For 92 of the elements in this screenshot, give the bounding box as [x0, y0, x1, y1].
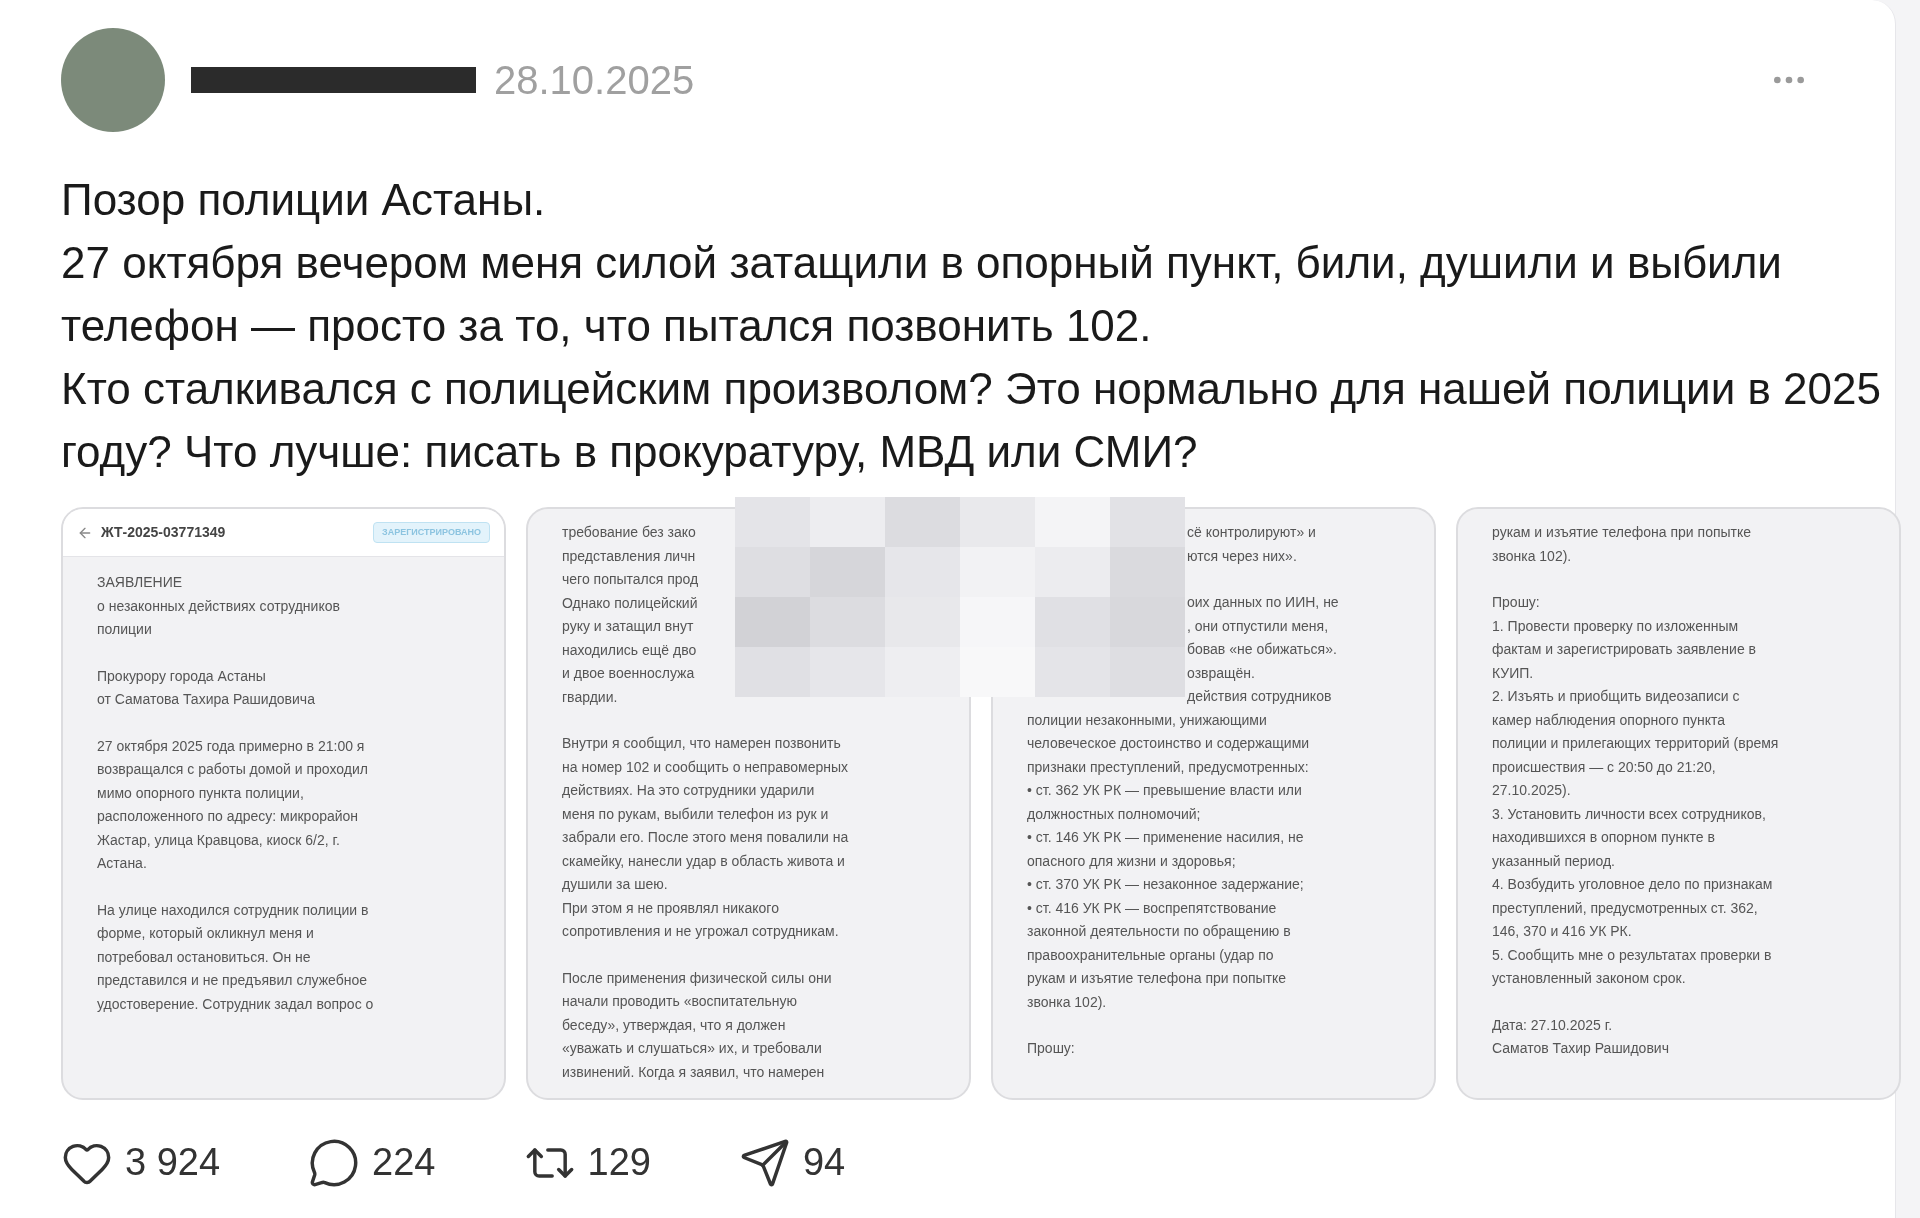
document-text-line: представился и не предъявил служебное	[97, 971, 369, 990]
document-text-line: установленный законом срок.	[1492, 969, 1687, 988]
document-text-line: рукам и изъятие телефона при попытке	[1492, 523, 1753, 542]
document-text-line: 27 октября 2025 года примерно в 21:00 я	[97, 736, 366, 756]
like-button[interactable]: 3 924	[61, 1134, 221, 1191]
document-text-line: Прошу:	[1027, 1039, 1076, 1058]
document-text-line: и двое военнослужа	[562, 664, 696, 683]
post-text: Кто сталкивался с полицейским произволом? Это нормально для нашей полиции в 2025 году? Что лучше: писать в прокуратуру, МВД или СМИ?	[61, 363, 1882, 478]
document-text-line: гвардии.	[562, 687, 619, 707]
status-badge: ЗАРЕГИСТРИРОВАНО	[373, 521, 490, 544]
document-text-line: 27.10.2025).	[1492, 781, 1572, 800]
document-text-line: КУИП.	[1492, 663, 1535, 683]
document-screenshot[interactable]	[61, 507, 506, 1100]
document-text-line: , они отпустили меня,	[1187, 616, 1330, 636]
document-text-line: беседу», утверждая, что я должен	[562, 1015, 787, 1035]
document-text-line: Однако полицейский	[562, 593, 699, 613]
document-text-line: озвращён.	[1187, 663, 1256, 683]
document-text-line: полиции	[97, 620, 153, 639]
comment-button[interactable]: 224	[308, 1134, 436, 1191]
document-text-line: действиях. На это сотрудники ударили	[562, 781, 816, 800]
document-text-line: чего попытался прод	[562, 570, 700, 589]
document-text-line: признаки преступлений, предусмотренных:	[1027, 757, 1310, 777]
document-text-line: опасного для жизни и здоровья;	[1027, 851, 1237, 871]
document-text-line: требование без зако	[562, 523, 697, 542]
document-text-line: Астана.	[97, 854, 148, 873]
ticket-number: ЖТ-2025-03771349	[101, 523, 226, 542]
document-text-line: полиции незаконными, унижающими	[1027, 710, 1268, 730]
document-text-line: сё контролируют» и	[1187, 523, 1317, 542]
document-text-line: должностных полномочий;	[1027, 804, 1202, 824]
document-text-line: 2. Изъять и приобщить видеозаписи с	[1492, 687, 1741, 706]
document-text-line: Внутри я сообщил, что намерен позвонить	[562, 734, 842, 753]
document-text-line: оих данных по ИИН, не	[1187, 593, 1340, 612]
document-text-line: потребовал остановиться. Он не	[97, 947, 312, 967]
document-text-line: форме, который окликнул меня и	[97, 924, 315, 943]
document-text-line: возвращался с работы домой и проходил	[97, 760, 369, 779]
document-text-line: начали проводить «воспитательную	[562, 992, 798, 1011]
document-text-line: Саматов Тахир Рашидович	[1492, 1039, 1670, 1058]
document-text-line: 5. Сообщить мне о результатах проверки в	[1492, 945, 1773, 965]
document-text-line: • ст. 146 УК РК — применение насилия, не	[1027, 828, 1305, 847]
document-text-line: 146, 370 и 416 УК РК.	[1492, 922, 1633, 941]
document-text-line: камер наблюдения опорного пункта	[1492, 710, 1727, 730]
document-text-line: на номер 102 и сообщить о неправомерных	[562, 757, 850, 777]
document-text-line: о незаконных действиях сотрудников	[97, 596, 341, 616]
document-text-line: удостоверение. Сотрудник задал вопрос о	[97, 994, 375, 1014]
document-text-line: человеческое достоинство и содержащими	[1027, 734, 1311, 753]
document-text-line: Прокурору города Астаны	[97, 666, 267, 686]
document-text-line: звонка 102).	[1492, 546, 1573, 566]
share-button[interactable]: 94	[738, 1134, 846, 1191]
document-text-line: забрали его. После этого меня повалили на	[562, 828, 850, 847]
document-text-line: сопротивления и не угрожал сотрудникам.	[562, 922, 840, 941]
document-text-line: действия сотрудников	[1187, 687, 1333, 706]
document-text-line: руку и затащил внут	[562, 617, 695, 636]
document-text-line: При этом я не проявлял никакого	[562, 898, 780, 918]
document-text-line: происшествия — с 20:50 до 21:20,	[1492, 757, 1717, 777]
document-text-line: «уважать и слушаться» их, и требовали	[562, 1039, 823, 1058]
document-text-line: душили за шею.	[562, 875, 669, 894]
document-text-line: 1. Провести проверку по изложенным	[1492, 616, 1740, 636]
document-text-line: После применения физической силы они	[562, 968, 833, 988]
document-text-line: скамейку, нанесли удар в область живота и	[562, 851, 846, 871]
document-text-line: извинений. Когда я заявил, что намерен	[562, 1062, 826, 1082]
document-text-line: законной деятельности по обращению в	[1027, 922, 1292, 941]
document-text-line: мимо опорного пункта полиции,	[97, 783, 305, 803]
document-text-line: находились ещё дво	[562, 640, 698, 660]
document-text-line: указанный период.	[1492, 851, 1616, 871]
document-text-line: рукам и изъятие телефона при попытке	[1027, 969, 1288, 988]
document-text-line: • ст. 370 УК РК — незаконное задержание;	[1027, 875, 1305, 894]
document-text-line: от Саматова Тахира Рашидовича	[97, 690, 316, 709]
document-text-line: расположенного по адресу: микрорайон	[97, 807, 360, 826]
document-text-line: Прошу:	[1492, 593, 1541, 612]
document-text-line: находившихся в опорном пункте в	[1492, 828, 1716, 847]
document-text-line: 4. Возбудить уголовное дело по признакам	[1492, 875, 1774, 894]
post-text: Позор полиции Астаны.	[61, 174, 547, 226]
document-text-line: бовав «не обижаться».	[1187, 640, 1338, 659]
document-text-line: правоохранительные органы (удар по	[1027, 945, 1275, 965]
document-text-line: полиции и прилегающих территорий (время	[1492, 734, 1780, 753]
document-text-line: звонка 102).	[1027, 992, 1108, 1012]
document-text-line: ются через них».	[1187, 546, 1298, 566]
document-text-line: Дата: 27.10.2025 г.	[1492, 1015, 1614, 1035]
document-text-line: • ст. 362 УК РК — превышение власти или	[1027, 781, 1303, 800]
document-text-line: ЗАЯВЛЕНИЕ	[97, 573, 184, 592]
document-text-line: 3. Установить личности всех сотрудников,	[1492, 804, 1767, 824]
post-date: 28.10.2025	[494, 57, 695, 104]
document-text-line: • ст. 416 УК РК — воспрепятствование	[1027, 898, 1278, 918]
document-text-line: фактам и зарегистрировать заявление в	[1492, 640, 1758, 659]
document-screenshot[interactable]	[1456, 507, 1901, 1100]
document-text-line: На улице находился сотрудник полиции в	[97, 900, 370, 920]
post-text: 27 октября вечером меня силой затащили в опорный пункт, били, душили и выбили телефон — просто за то, что пытался позвонить 102.	[61, 237, 1783, 352]
repost-button[interactable]: 129	[523, 1134, 651, 1191]
document-text-line: представления личн	[562, 546, 697, 566]
document-text-line: меня по рукам, выбили телефон из рук и	[562, 804, 830, 824]
document-text-line: Жастар, улица Кравцова, киоск 6/2, г.	[97, 830, 341, 850]
document-text-line: преступлений, предусмотренных ст. 362,	[1492, 898, 1759, 918]
